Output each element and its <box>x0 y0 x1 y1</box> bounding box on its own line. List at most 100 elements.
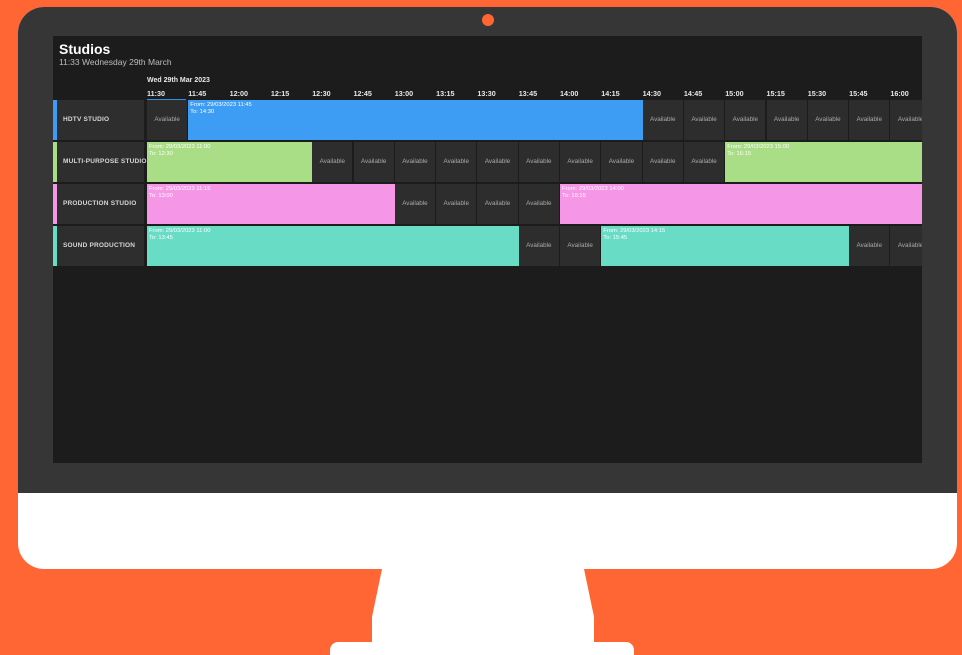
time-tick: 15:45 <box>849 89 868 98</box>
time-tick: 14:30 <box>642 89 661 98</box>
booking-to: To: 13:45 <box>149 235 173 241</box>
booking-to: To: 13:00 <box>149 193 173 199</box>
available-slot[interactable]: Available <box>147 100 189 140</box>
time-tick: 13:30 <box>477 89 496 98</box>
studio-row: HDTV STUDIO Available Available Available Av… <box>53 100 922 140</box>
time-tick: 15:00 <box>725 89 744 98</box>
available-slot[interactable]: Available <box>849 100 891 140</box>
available-slot[interactable]: Available <box>560 226 602 266</box>
available-label: Available <box>650 158 676 165</box>
available-slot[interactable]: Available <box>436 142 478 182</box>
available-slot[interactable]: Available <box>807 100 850 140</box>
available-label: Available <box>443 158 469 165</box>
studio-name-label: SOUND PRODUCTION <box>63 242 136 249</box>
available-label: Available <box>154 116 180 123</box>
time-tick: 12:30 <box>312 89 331 98</box>
booking-from: From: 29/03/2023 11:45 <box>190 102 252 108</box>
available-label: Available <box>526 242 552 249</box>
studio-name-label: HDTV STUDIO <box>63 116 110 123</box>
available-label: Available <box>526 200 552 207</box>
available-slot[interactable]: Available <box>477 184 519 224</box>
booking-from: From: 29/03/2023 14:15 <box>603 228 666 234</box>
available-label: Available <box>402 200 428 207</box>
available-label: Available <box>484 200 511 207</box>
available-slot[interactable]: Available <box>725 100 767 140</box>
available-slot[interactable]: Available <box>642 142 684 182</box>
available-label: Available <box>691 158 717 165</box>
booking-to: To: 16:15 <box>727 151 752 157</box>
time-tick: 13:15 <box>436 89 455 98</box>
booking-block[interactable]: From: 29/03/2023 14:15 To: 15:45 <box>601 226 850 266</box>
available-label: Available <box>856 116 882 123</box>
available-label: Available <box>815 116 841 123</box>
available-slot[interactable]: Available <box>518 226 560 266</box>
available-label: Available <box>650 116 676 123</box>
available-label: Available <box>402 158 428 165</box>
camera-icon <box>482 14 494 26</box>
available-slot[interactable]: Available <box>436 184 478 224</box>
page-title: Studios <box>59 41 111 57</box>
schedule-date-label: Wed 29th Mar 2023 <box>147 77 210 84</box>
booking-block[interactable]: From: 29/03/2023 11:45 To: 14:30 <box>188 100 643 140</box>
booking-block[interactable]: From: 29/03/2023 11:00 To: 13:45 <box>147 226 519 266</box>
studio-schedule-screen: Studios 11:33 Wednesday 29th March Wed 2… <box>53 36 922 463</box>
available-slot[interactable]: Available <box>477 142 519 182</box>
available-label: Available <box>484 158 511 165</box>
available-slot[interactable]: Available <box>518 142 560 182</box>
time-tick: 14:00 <box>560 89 579 98</box>
booking-block[interactable]: From: 29/03/2023 11:00 To: 12:30 <box>147 142 313 182</box>
available-slot[interactable]: Available <box>394 142 437 182</box>
time-tick: 14:15 <box>601 89 620 98</box>
available-slot[interactable]: Available <box>890 226 922 266</box>
time-tick: 13:00 <box>394 89 414 98</box>
time-tick: 15:15 <box>766 89 785 98</box>
available-label: Available <box>567 242 593 249</box>
studio-name-cell[interactable]: MULTI-PURPOSE STUDIO <box>53 142 146 182</box>
available-slot[interactable]: Available <box>518 184 560 224</box>
available-slot[interactable]: Available <box>353 142 395 182</box>
studio-row: PRODUCTION STUDIO Available Available Avail… <box>53 184 922 224</box>
time-tick: 12:00 <box>229 89 248 98</box>
time-tick: 12:15 <box>270 89 290 98</box>
booking-to: To: 14:30 <box>190 109 215 115</box>
available-label: Available <box>319 158 346 165</box>
time-tick: 14:45 <box>683 89 703 98</box>
available-label: Available <box>360 158 387 165</box>
available-label: Available <box>443 200 469 207</box>
booking-to: To: 15:45 <box>603 235 628 241</box>
studio-name-label: PRODUCTION STUDIO <box>63 200 137 207</box>
time-tick: 12:45 <box>353 89 372 98</box>
available-slot[interactable]: Available <box>601 142 643 182</box>
time-tick: 13:45 <box>518 89 538 98</box>
available-slot[interactable]: Available <box>642 100 684 140</box>
current-time-label: 11:33 Wednesday 29th March <box>59 57 172 67</box>
studio-name-cell[interactable]: PRODUCTION STUDIO <box>53 184 144 224</box>
available-label: Available <box>897 242 922 249</box>
time-tick: 11:30 <box>147 89 186 100</box>
available-slot[interactable]: Available <box>312 142 354 182</box>
studio-row: MULTI-PURPOSE STUDIO Available Available Av… <box>53 142 922 182</box>
studio-name-cell[interactable]: HDTV STUDIO <box>53 100 144 140</box>
booking-from: From: 29/03/2023 11:00 <box>149 228 211 234</box>
monitor-frame: Studios 11:33 Wednesday 29th March Wed 2… <box>18 7 957 569</box>
available-slot[interactable]: Available <box>394 184 437 224</box>
available-slot[interactable]: Available <box>683 100 726 140</box>
booking-block[interactable]: From: 29/03/2023 11:15 To: 13:00 <box>147 184 395 224</box>
available-slot[interactable]: Available <box>560 142 602 182</box>
available-slot[interactable]: Available <box>683 142 726 182</box>
available-slot[interactable]: Available <box>849 226 891 266</box>
available-slot[interactable]: Available <box>766 100 808 140</box>
available-label: Available <box>773 116 800 123</box>
time-tick: 15:30 <box>807 89 827 98</box>
studio-row: SOUND PRODUCTION Available Available Availa… <box>53 226 922 266</box>
available-slot[interactable]: Available <box>890 100 922 140</box>
studio-name-cell[interactable]: SOUND PRODUCTION <box>53 226 144 266</box>
monitor-bezel: Studios 11:33 Wednesday 29th March Wed 2… <box>18 7 957 493</box>
available-label: Available <box>567 158 593 165</box>
available-label: Available <box>897 116 922 123</box>
booking-block[interactable]: From: 29/03/2023 15:00 To: 16:15 <box>725 142 922 182</box>
booking-block[interactable]: From: 29/03/2023 14:00 To: 16:15 <box>560 184 922 224</box>
available-label: Available <box>732 116 759 123</box>
monitor-foot <box>330 642 634 655</box>
booking-from: From: 29/03/2023 14:00 <box>562 186 624 192</box>
